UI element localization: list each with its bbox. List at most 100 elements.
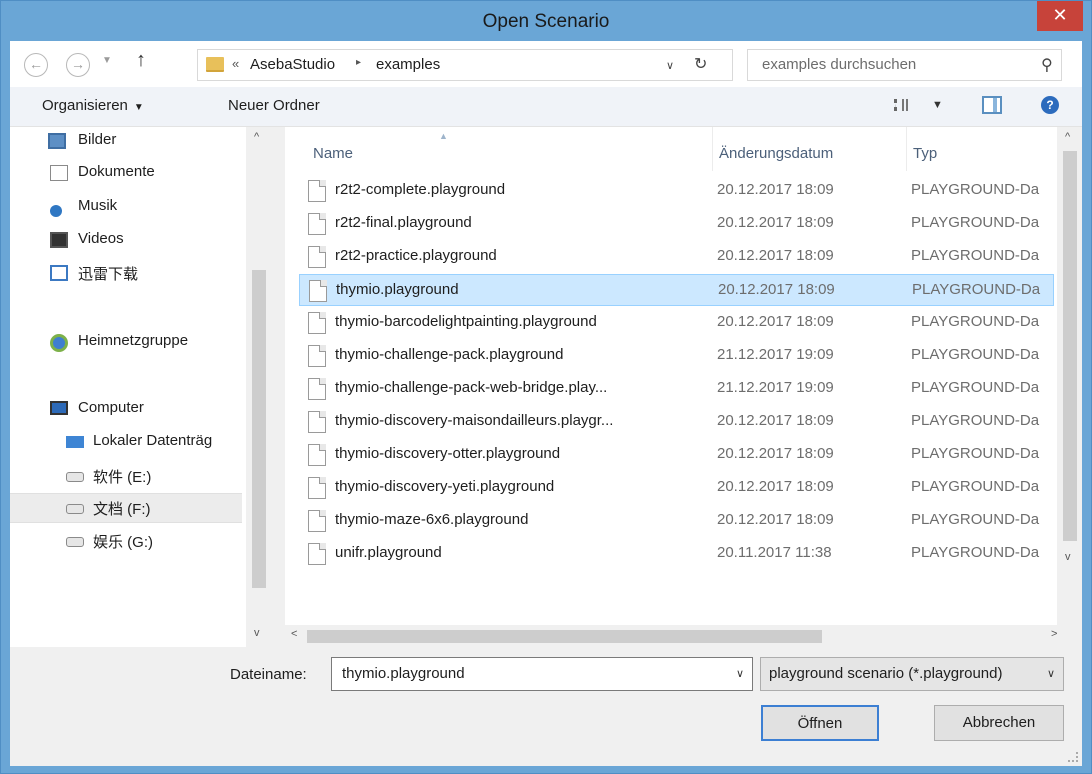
file-row[interactable]: thymio-barcodelightpainting.playground 2… — [299, 307, 1054, 339]
file-date: 20.12.2017 18:09 — [717, 478, 834, 495]
scroll-left-icon[interactable]: < — [291, 628, 297, 640]
address-dropdown-icon[interactable]: ∨ — [666, 59, 674, 72]
file-row[interactable]: r2t2-final.playground 20.12.2017 18:09 P… — [299, 208, 1054, 240]
file-type: PLAYGROUND-Da — [911, 544, 1040, 561]
sidebar-item-downloads[interactable]: 迅雷下载 — [10, 259, 242, 289]
breadcrumb-examples[interactable]: examples — [376, 56, 440, 73]
sidebar-item-drive-e[interactable]: 软件 (E:) — [10, 462, 242, 492]
new-folder-button[interactable]: Neuer Ordner — [228, 97, 320, 114]
column-header-date[interactable]: Änderungsdatum — [719, 145, 833, 162]
sidebar-scroll-thumb[interactable] — [252, 270, 266, 588]
sidebar-item-label: Lokaler Datenträg — [93, 432, 213, 449]
column-divider[interactable] — [712, 127, 713, 171]
breadcrumb-asebastudio[interactable]: AsebaStudio — [250, 56, 335, 73]
close-button[interactable]: ✕ — [1037, 1, 1083, 31]
file-row[interactable]: r2t2-complete.playground 20.12.2017 18:0… — [299, 175, 1054, 207]
file-icon — [308, 510, 326, 532]
scroll-up-icon[interactable]: ^ — [1065, 131, 1070, 143]
search-placeholder: examples durchsuchen — [762, 56, 917, 73]
file-row[interactable]: r2t2-practice.playground 20.12.2017 18:0… — [299, 241, 1054, 273]
back-button[interactable]: ← — [24, 53, 48, 77]
sidebar-scrollbar[interactable]: ^ v — [246, 127, 271, 647]
file-name: thymio-discovery-yeti.playground — [335, 478, 555, 495]
file-name: r2t2-practice.playground — [335, 247, 497, 264]
column-header-name[interactable]: Name — [313, 145, 353, 162]
breadcrumb-separator[interactable]: ▸ — [356, 57, 361, 68]
file-type: PLAYGROUND-Da — [911, 412, 1040, 429]
download-folder-icon — [50, 265, 68, 281]
file-type: PLAYGROUND-Da — [911, 247, 1040, 264]
music-icon — [50, 205, 62, 217]
file-date: 21.12.2017 19:09 — [717, 379, 834, 396]
column-divider[interactable] — [906, 127, 907, 171]
sidebar-item-drive-f[interactable]: 文档 (F:) — [10, 493, 242, 523]
preview-pane-icon[interactable] — [982, 96, 1002, 114]
file-icon — [308, 543, 326, 565]
sidebar-item-dokumente[interactable]: Dokumente — [10, 159, 242, 189]
sidebar-item-bilder[interactable]: Bilder — [10, 127, 242, 157]
file-name: thymio-discovery-maisondailleurs.playgr.… — [335, 412, 614, 429]
scroll-up-icon[interactable]: ^ — [254, 131, 259, 143]
sidebar-item-drive-g[interactable]: 娱乐 (G:) — [10, 527, 242, 557]
file-type: PLAYGROUND-Da — [911, 346, 1040, 363]
open-button[interactable]: Öffnen — [761, 705, 879, 741]
view-dropdown-icon[interactable]: ▼ — [932, 99, 943, 111]
help-icon[interactable]: ? — [1041, 96, 1059, 114]
file-icon — [308, 378, 326, 400]
file-list-scroll-thumb[interactable] — [1063, 151, 1077, 541]
file-list-vertical-scrollbar[interactable]: ^ v — [1057, 127, 1082, 625]
local-disk-icon — [66, 436, 84, 448]
file-name: thymio.playground — [336, 281, 459, 298]
chevron-down-icon: ▼ — [133, 102, 144, 113]
sidebar-item-homegroup[interactable]: Heimnetzgruppe — [10, 328, 242, 358]
forward-button[interactable]: → — [66, 53, 90, 77]
scroll-down-icon[interactable]: v — [254, 627, 260, 639]
sidebar-item-label: Musik — [78, 197, 118, 214]
chevron-down-icon[interactable]: ∨ — [1047, 667, 1055, 680]
sidebar-item-label: 迅雷下载 — [78, 266, 139, 283]
file-row[interactable]: thymio-discovery-maisondailleurs.playgr.… — [299, 406, 1054, 438]
file-row[interactable]: unifr.playground 20.11.2017 11:38 PLAYGR… — [299, 538, 1054, 570]
file-row[interactable]: thymio-challenge-pack.playground 21.12.2… — [299, 340, 1054, 372]
filename-input[interactable]: thymio.playground ∨ — [331, 657, 753, 691]
file-type-filter-select[interactable]: playground scenario (*.playground) ∨ — [760, 657, 1064, 691]
file-row[interactable]: thymio-challenge-pack-web-bridge.play...… — [299, 373, 1054, 405]
file-icon — [308, 444, 326, 466]
file-type: PLAYGROUND-Da — [911, 379, 1040, 396]
window-title: Open Scenario — [482, 11, 610, 32]
file-row[interactable]: thymio-discovery-yeti.playground 20.12.2… — [299, 472, 1054, 504]
file-icon — [308, 180, 326, 202]
up-button[interactable]: ↑ — [136, 49, 146, 72]
column-header-type[interactable]: Typ — [913, 145, 937, 162]
organize-button[interactable]: Organisieren ▼ — [42, 97, 144, 114]
breadcrumb-overflow[interactable]: « — [232, 56, 239, 71]
chevron-down-icon[interactable]: ∨ — [736, 667, 744, 680]
cancel-button[interactable]: Abbrechen — [934, 705, 1064, 741]
scroll-down-icon[interactable]: v — [1065, 551, 1071, 563]
sidebar-item-computer[interactable]: Computer — [10, 395, 242, 425]
file-row[interactable]: thymio-maze-6x6.playground 20.12.2017 18… — [299, 505, 1054, 537]
folder-icon — [206, 57, 224, 72]
file-date: 21.12.2017 19:09 — [717, 346, 834, 363]
address-bar[interactable]: « AsebaStudio ▸ examples ∨ ↻ — [197, 49, 733, 81]
view-options-icon[interactable] — [894, 99, 908, 111]
refresh-icon[interactable]: ↻ — [694, 54, 707, 74]
filename-value: thymio.playground — [342, 665, 465, 682]
title-bar[interactable]: Open Scenario ✕ — [1, 1, 1091, 41]
file-row-selected[interactable]: thymio.playground 20.12.2017 18:09 PLAYG… — [299, 274, 1054, 306]
file-name: thymio-challenge-pack.playground — [335, 346, 564, 363]
sidebar-item-videos[interactable]: Videos — [10, 226, 242, 256]
search-input[interactable]: examples durchsuchen ⚲ — [747, 49, 1062, 81]
file-date: 20.12.2017 18:09 — [717, 214, 834, 231]
file-list-horizontal-scrollbar[interactable]: < > — [285, 625, 1082, 647]
file-icon — [308, 477, 326, 499]
scroll-right-icon[interactable]: > — [1051, 628, 1057, 640]
horizontal-scroll-thumb[interactable] — [307, 630, 822, 643]
sidebar-item-musik[interactable]: Musik — [10, 193, 242, 223]
file-row[interactable]: thymio-discovery-otter.playground 20.12.… — [299, 439, 1054, 471]
sidebar-item-local-disk[interactable]: Lokaler Datenträg — [10, 428, 242, 458]
search-icon[interactable]: ⚲ — [1041, 55, 1053, 75]
recent-locations-button[interactable]: ▼ — [102, 55, 112, 66]
resize-grip-icon[interactable] — [1068, 752, 1078, 762]
open-scenario-dialog: Open Scenario ✕ ← → ▼ ↑ « AsebaStudio ▸ … — [0, 0, 1092, 774]
